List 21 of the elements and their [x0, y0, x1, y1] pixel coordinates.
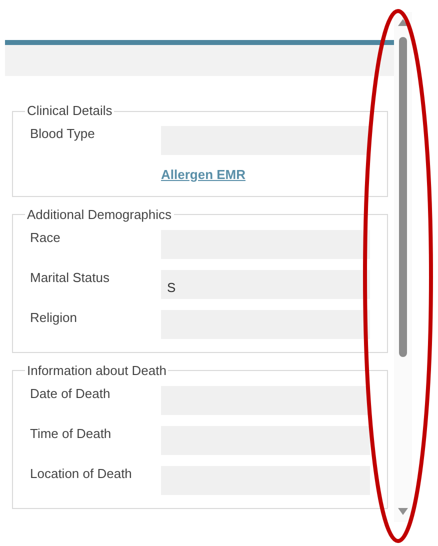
- allergen-link[interactable]: Allergen EMR: [161, 167, 246, 182]
- section-legend: Information about Death: [25, 362, 168, 378]
- section-legend: Clinical Details: [25, 103, 114, 119]
- field-label: Date of Death: [30, 386, 112, 402]
- field-label: Blood Type: [30, 126, 96, 142]
- scroll-up-icon[interactable]: [398, 19, 408, 26]
- field-label: Location of Death: [30, 466, 133, 482]
- input-field[interactable]: [161, 230, 370, 258]
- field-label: Time of Death: [30, 426, 112, 442]
- input-field[interactable]: [161, 310, 370, 338]
- field-label: Race: [30, 230, 62, 246]
- field-label: Religion: [30, 310, 78, 326]
- field-label: Marital Status: [30, 270, 110, 286]
- section-legend: Additional Demographics: [25, 206, 174, 222]
- scroll-down-icon[interactable]: [398, 508, 408, 515]
- input-field[interactable]: [161, 386, 370, 414]
- input-field[interactable]: [161, 126, 370, 155]
- scrollbar-thumb[interactable]: [399, 37, 407, 357]
- input-field[interactable]: S: [161, 270, 370, 298]
- input-field[interactable]: [161, 426, 370, 454]
- scrollbar[interactable]: [394, 12, 412, 522]
